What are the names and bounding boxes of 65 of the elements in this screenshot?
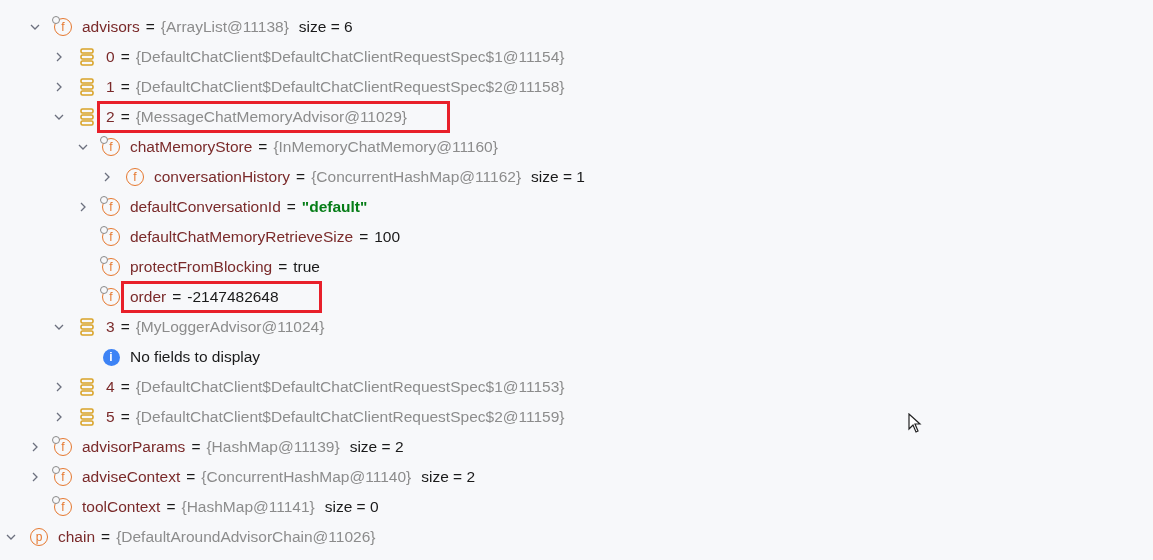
equals-sign: =: [296, 167, 306, 188]
variable-value: "default": [301, 197, 368, 218]
variable-name: 3: [106, 317, 115, 338]
variable-name: defaultChatMemoryRetrieveSize: [130, 227, 354, 248]
variable-name: toolContext: [82, 497, 161, 518]
variable-value: {HashMap@11139}: [206, 437, 340, 458]
variable-name: protectFromBlocking: [130, 257, 273, 278]
variable-name: order: [130, 287, 167, 308]
equals-sign: =: [120, 107, 130, 128]
stack-icon: [80, 78, 94, 96]
info-text: No fields to display: [130, 347, 261, 368]
variable-value: true: [293, 257, 320, 278]
equals-sign: =: [191, 437, 201, 458]
equals-sign: =: [278, 257, 288, 278]
equals-sign: =: [120, 47, 130, 68]
variable-name: 0: [106, 47, 115, 68]
stack-icon: [80, 318, 94, 336]
cursor-icon: [908, 413, 922, 433]
equals-sign: =: [120, 77, 130, 98]
stack-icon: [80, 108, 94, 126]
size-label: size = 0: [324, 497, 379, 518]
variable-name: advisors: [82, 17, 140, 38]
variable-value: {DefaultChatClient$DefaultChatClientRequestSpec$1@11154}: [135, 47, 565, 68]
stack-icon: [80, 378, 94, 396]
size-label: size = 2: [349, 437, 404, 458]
equals-sign: =: [120, 407, 130, 428]
variable-name: defaultConversationId: [130, 197, 281, 218]
size-label: size = 2: [421, 467, 476, 488]
variable-value: {HashMap@11141}: [181, 497, 315, 518]
variable-value: -2147482648: [187, 287, 279, 308]
equals-sign: =: [172, 287, 182, 308]
equals-sign: =: [120, 377, 130, 398]
variable-value: {MessageChatMemoryAdvisor@11029}: [135, 107, 408, 128]
variable-name: conversationHistory: [154, 167, 291, 188]
variable-name: 4: [106, 377, 115, 398]
variable-name: chain: [58, 527, 96, 548]
stack-icon: [80, 48, 94, 66]
equals-sign: =: [145, 17, 155, 38]
variable-value: {ConcurrentHashMap@11140}: [201, 467, 412, 488]
variable-value: {ArrayList@11138}: [160, 17, 289, 38]
info-icon: i: [102, 348, 120, 366]
equals-sign: =: [101, 527, 111, 548]
equals-sign: =: [186, 467, 196, 488]
size-label: size = 1: [531, 167, 585, 188]
size-label: size = 6: [298, 17, 353, 38]
variable-value: {ConcurrentHashMap@11162}: [311, 167, 522, 188]
equals-sign: =: [258, 137, 268, 158]
variable-value: {DefaultChatClient$DefaultChatClientRequestSpec$1@11153}: [135, 377, 565, 398]
variable-value: {InMemoryChatMemory@11160}: [273, 137, 498, 158]
variable-name: chatMemoryStore: [130, 137, 253, 158]
equals-sign: =: [286, 197, 296, 218]
equals-sign: =: [166, 497, 176, 518]
variable-value: {DefaultChatClient$DefaultChatClientRequestSpec$2@11159}: [135, 407, 565, 428]
variable-value: {DefaultAroundAdvisorChain@11026}: [116, 527, 376, 548]
variable-value: 100: [374, 227, 401, 248]
equals-sign: =: [359, 227, 369, 248]
stack-icon: [80, 408, 94, 426]
variable-name: 1: [106, 77, 115, 98]
equals-sign: =: [120, 317, 130, 338]
variable-name: adviseContext: [82, 467, 181, 488]
variable-value: {DefaultChatClient$DefaultChatClientRequestSpec$2@11158}: [135, 77, 565, 98]
variable-name: 5: [106, 407, 115, 428]
variable-name: 2: [106, 107, 115, 128]
variable-value: {MyLoggerAdvisor@11024}: [135, 317, 325, 338]
variable-name: advisorParams: [82, 437, 186, 458]
